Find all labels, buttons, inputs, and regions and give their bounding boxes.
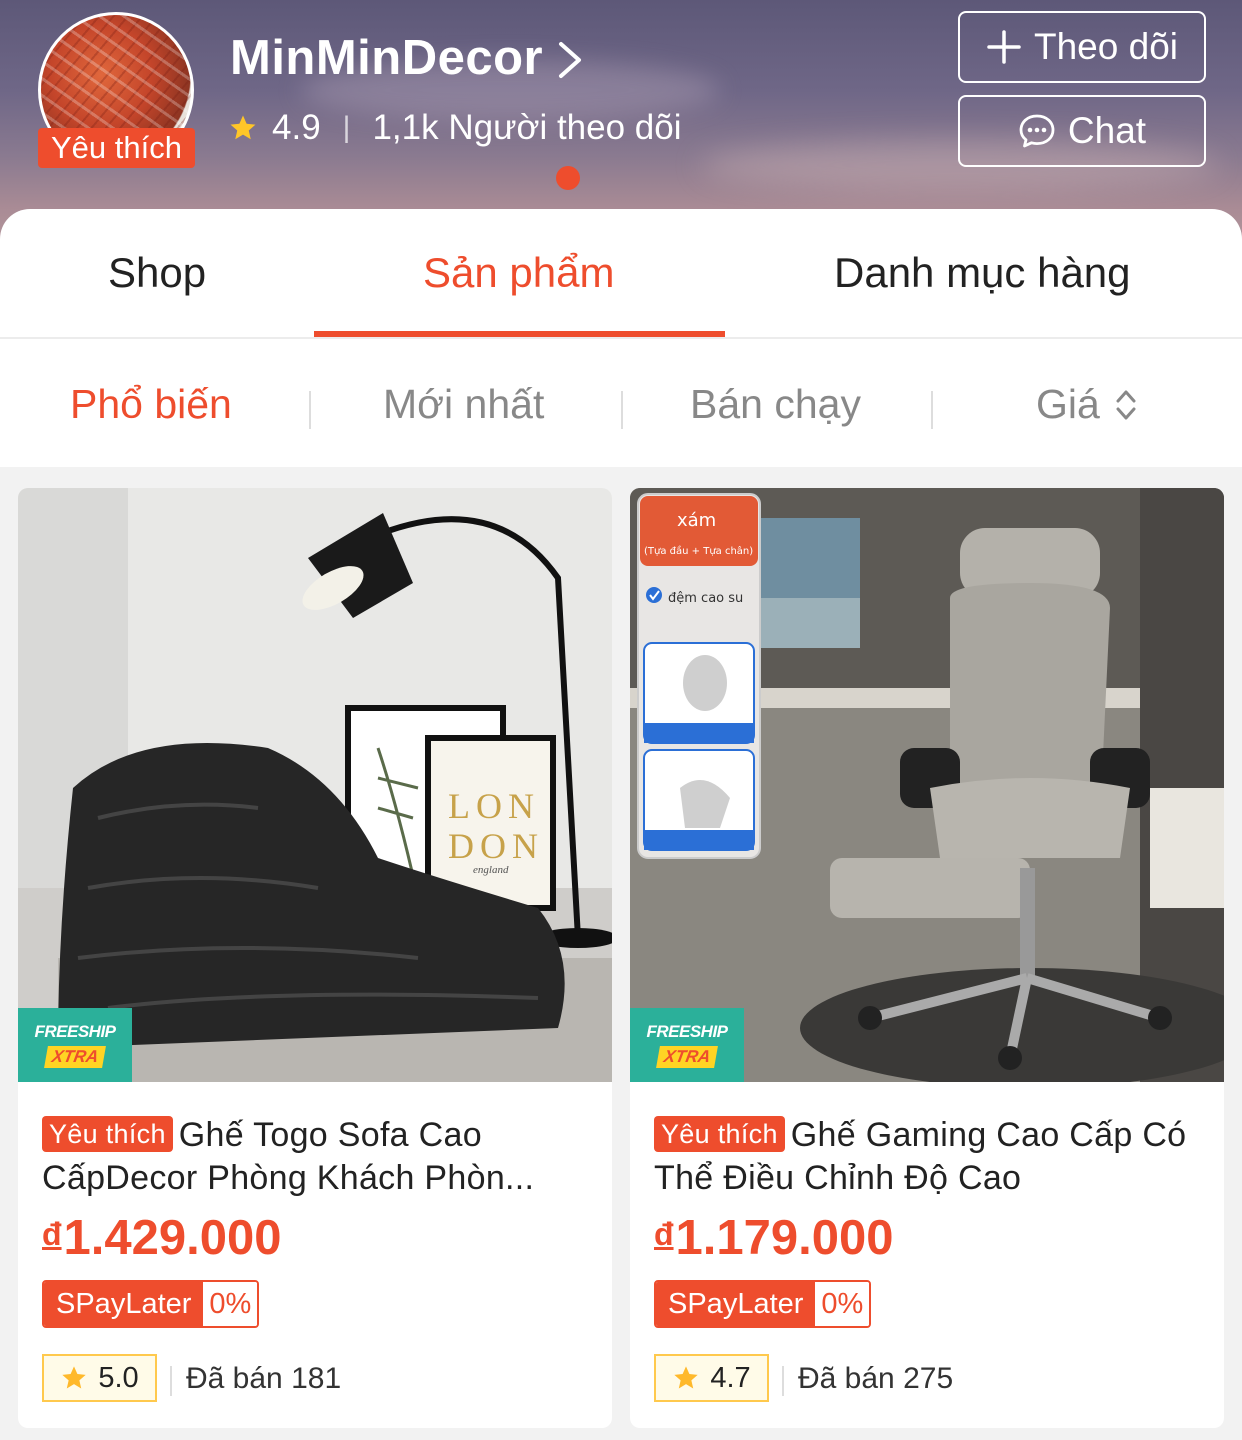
product-price: đ 1.429.000 [42, 1210, 282, 1266]
price-value: 1.429.000 [63, 1211, 282, 1265]
favorite-tag: Yêu thích [42, 1116, 173, 1152]
star-icon [674, 1366, 698, 1389]
follow-label: Theo dõi [1034, 26, 1178, 67]
shop-followers: 1,1k Người theo dõi [372, 108, 682, 147]
star-icon [62, 1366, 86, 1389]
sold-divider [170, 1366, 172, 1396]
spaylater-label: SPayLater [44, 1282, 204, 1326]
overlay-color-text: xám [677, 510, 716, 531]
currency-symbol: đ [654, 1216, 674, 1252]
poster-text: england [473, 864, 509, 876]
spaylater-label: SPayLater [656, 1282, 816, 1326]
product-price: đ 1.179.000 [654, 1210, 894, 1266]
spaylater-rate: 0% [815, 1282, 870, 1326]
sort-best-selling[interactable]: Bán chạy [690, 381, 861, 428]
sort-divider [931, 391, 933, 429]
sold-count: Đã bán 181 [186, 1362, 342, 1395]
tab-categories[interactable]: Danh mục hàng [834, 249, 1131, 297]
sold-count: Đã bán 275 [798, 1362, 954, 1395]
product-image[interactable]: xám (Tựa đầu + Tựa chân) đệm cao su [630, 488, 1224, 1082]
plus-icon [987, 30, 1021, 64]
spaylater-rate: 0% [203, 1282, 258, 1326]
favorite-tag: Yêu thích [654, 1116, 785, 1152]
overlay-check-text: đệm cao su [668, 591, 743, 606]
active-tab-indicator [314, 331, 725, 337]
follow-button[interactable]: Theo dõi [958, 11, 1206, 83]
stats-divider: | [342, 111, 351, 144]
shop-tabs-panel: Shop Sản phẩm Danh mục hàng Phổ biến Mới… [0, 209, 1242, 467]
chat-label: Chat [1067, 110, 1147, 151]
sort-popular[interactable]: Phổ biến [70, 381, 232, 428]
spaylater-badge: SPayLater 0% [42, 1280, 260, 1328]
chat-button[interactable]: Chat [958, 95, 1206, 167]
currency-symbol: đ [42, 1216, 62, 1252]
shop-stats: 4.9 | 1,1k Người theo dõi [228, 108, 682, 148]
spaylater-badge: SPayLater 0% [654, 1280, 872, 1328]
xtra-label: XTRA [655, 1046, 719, 1068]
tab-shop[interactable]: Shop [108, 249, 206, 297]
freeship-label: FREESHIP [34, 1022, 116, 1041]
sort-divider [621, 391, 623, 429]
sort-price-label: Giá [1036, 381, 1100, 427]
product-title[interactable]: Yêu thích Ghế Togo Sofa Cao CấpDecor Phòn… [42, 1114, 582, 1200]
favorite-shop-badge: Yêu thích [38, 128, 195, 168]
poster-text: DON [448, 826, 544, 866]
sort-updown-icon [1116, 390, 1136, 419]
shop-rating: 4.9 [272, 108, 321, 147]
gaming-chair-photo: xám (Tựa đầu + Tựa chân) đệm cao su [630, 488, 1224, 1082]
chat-bubble-icon [1019, 114, 1055, 148]
freeship-xtra-badge: FREESHIP XTRA [18, 1008, 132, 1082]
sold-divider [782, 1366, 784, 1396]
product-title[interactable]: Yêu thích Ghế Gaming Cao Cấp Có Thể Điều … [654, 1114, 1194, 1200]
poster-text: LON [448, 786, 540, 826]
product-image[interactable]: LON DON england [18, 488, 612, 1082]
sort-divider [309, 391, 311, 429]
product-rating: 4.7 [654, 1354, 769, 1402]
shop-name[interactable]: MinMinDecor [230, 30, 543, 86]
product-card[interactable]: xám (Tựa đầu + Tựa chân) đệm cao su FREE… [630, 488, 1224, 1428]
freeship-xtra-badge: FREESHIP XTRA [630, 1008, 744, 1082]
sort-price[interactable]: Giá [1036, 381, 1138, 428]
sort-newest[interactable]: Mới nhất [383, 381, 544, 428]
shop-tabs: Shop Sản phẩm Danh mục hàng [0, 209, 1242, 339]
xtra-label: XTRA [43, 1046, 107, 1068]
product-card[interactable]: LON DON england FREESHIP XTRA Yêu thích G… [18, 488, 612, 1428]
new-indicator-dot [556, 166, 580, 190]
sofa-photo: LON DON england [18, 488, 612, 1082]
overlay-sub-text: (Tựa đầu + Tựa chân) [644, 545, 753, 557]
star-icon [230, 115, 256, 140]
tab-products[interactable]: Sản phẩm [423, 249, 614, 297]
chevron-right-icon[interactable] [555, 40, 585, 80]
sort-bar: Phổ biến Mới nhất Bán chạy Giá [0, 341, 1242, 467]
rating-value: 4.7 [710, 1361, 751, 1394]
product-rating: 5.0 [42, 1354, 157, 1402]
rating-value: 5.0 [98, 1361, 139, 1394]
price-value: 1.179.000 [675, 1211, 894, 1265]
freeship-label: FREESHIP [646, 1022, 728, 1041]
